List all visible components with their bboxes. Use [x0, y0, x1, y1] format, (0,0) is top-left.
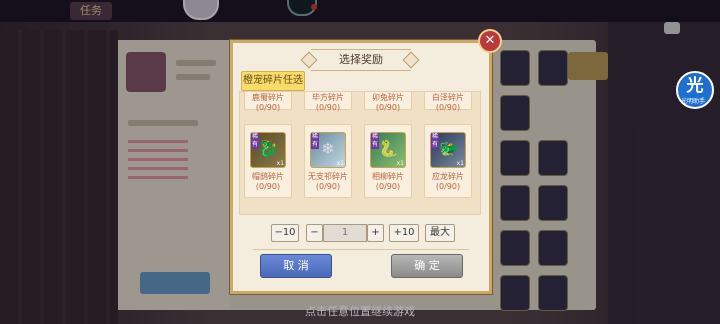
confirm-button[interactable]: 确 定 — [391, 254, 463, 278]
rarity-badge: 稀有 — [311, 133, 319, 149]
fragment-name: 相柳碎片 — [372, 172, 404, 181]
fragment-image: 🐲 稀有 x1 — [430, 132, 466, 168]
reward-card[interactable]: 🐍 稀有 x1 相柳碎片 (0/90) — [364, 124, 412, 198]
fragment-count: (0/90) — [375, 103, 401, 112]
fragment-count: (0/90) — [435, 103, 461, 112]
fragment-name: 应龙碎片 — [432, 172, 464, 181]
close-icon[interactable]: ✕ — [478, 29, 502, 53]
fragment-image: ❄ 稀有 x1 — [310, 132, 346, 168]
fragment-name: 鹿蜀碎片 — [252, 93, 284, 102]
reward-card[interactable]: 白泽碎片 (0/90) — [424, 92, 472, 112]
divider — [253, 249, 469, 250]
plus-10-button[interactable]: +10 — [389, 224, 419, 242]
rarity-badge: 稀有 — [251, 133, 259, 149]
reward-card[interactable]: 卯兔碎片 (0/90) — [364, 92, 412, 112]
minus-button[interactable]: − — [306, 224, 323, 242]
fragment-count: (0/90) — [315, 103, 341, 112]
fragment-count: (0/90) — [375, 182, 401, 191]
reward-card[interactable]: 毕方碎片 (0/90) — [304, 92, 352, 112]
rarity-badge: 稀有 — [431, 133, 439, 149]
fragment-qty: x1 — [456, 160, 464, 167]
select-reward-dialog: 选择奖励 橙宠碎片任选 鹿蜀碎片 (0/90) 毕方碎片 (0/90) 卯兔碎片… — [230, 40, 492, 294]
fragment-count: (0/90) — [435, 182, 461, 191]
fragment-count: (0/90) — [255, 103, 281, 112]
minus-10-button[interactable]: −10 — [271, 224, 299, 242]
fragment-qty: x1 — [336, 160, 344, 167]
max-button[interactable]: 最大 — [425, 224, 455, 242]
assistant-badge-label: 光明助手 — [680, 98, 705, 105]
fragment-name: 卯兔碎片 — [372, 93, 404, 102]
tab-orange-pet-fragments[interactable]: 橙宠碎片任选 — [241, 71, 305, 91]
fragment-image: 🐉 稀有 x1 — [250, 132, 286, 168]
reward-card[interactable]: 鹿蜀碎片 (0/90) — [244, 92, 292, 112]
fragment-count: (0/90) — [255, 182, 281, 191]
fragment-qty: x1 — [396, 160, 404, 167]
cancel-button[interactable]: 取 消 — [260, 254, 332, 278]
fragment-name: 帽鸱碎片 — [252, 172, 284, 181]
fragment-image: 🐍 稀有 x1 — [370, 132, 406, 168]
quantity-input[interactable]: 1 — [323, 224, 367, 242]
rarity-badge: 稀有 — [371, 133, 379, 149]
fragment-name: 白泽碎片 — [432, 93, 464, 102]
reward-grid: 鹿蜀碎片 (0/90) 毕方碎片 (0/90) 卯兔碎片 (0/90) 白泽碎片… — [239, 91, 481, 215]
continue-hint: 点击任意位置继续游戏 — [305, 305, 415, 318]
dialog-title: 选择奖励 — [311, 49, 411, 71]
fragment-name: 毕方碎片 — [312, 93, 344, 102]
reward-card[interactable]: 🐲 稀有 x1 应龙碎片 (0/90) — [424, 124, 472, 198]
fragment-count: (0/90) — [315, 182, 341, 191]
reward-card[interactable]: ❄ 稀有 x1 无支祁碎片 (0/90) — [304, 124, 352, 198]
fragment-qty: x1 — [276, 160, 284, 167]
plus-button[interactable]: + — [367, 224, 384, 242]
reward-card[interactable]: 🐉 稀有 x1 帽鸱碎片 (0/90) — [244, 124, 292, 198]
fragment-name: 无支祁碎片 — [308, 172, 348, 181]
